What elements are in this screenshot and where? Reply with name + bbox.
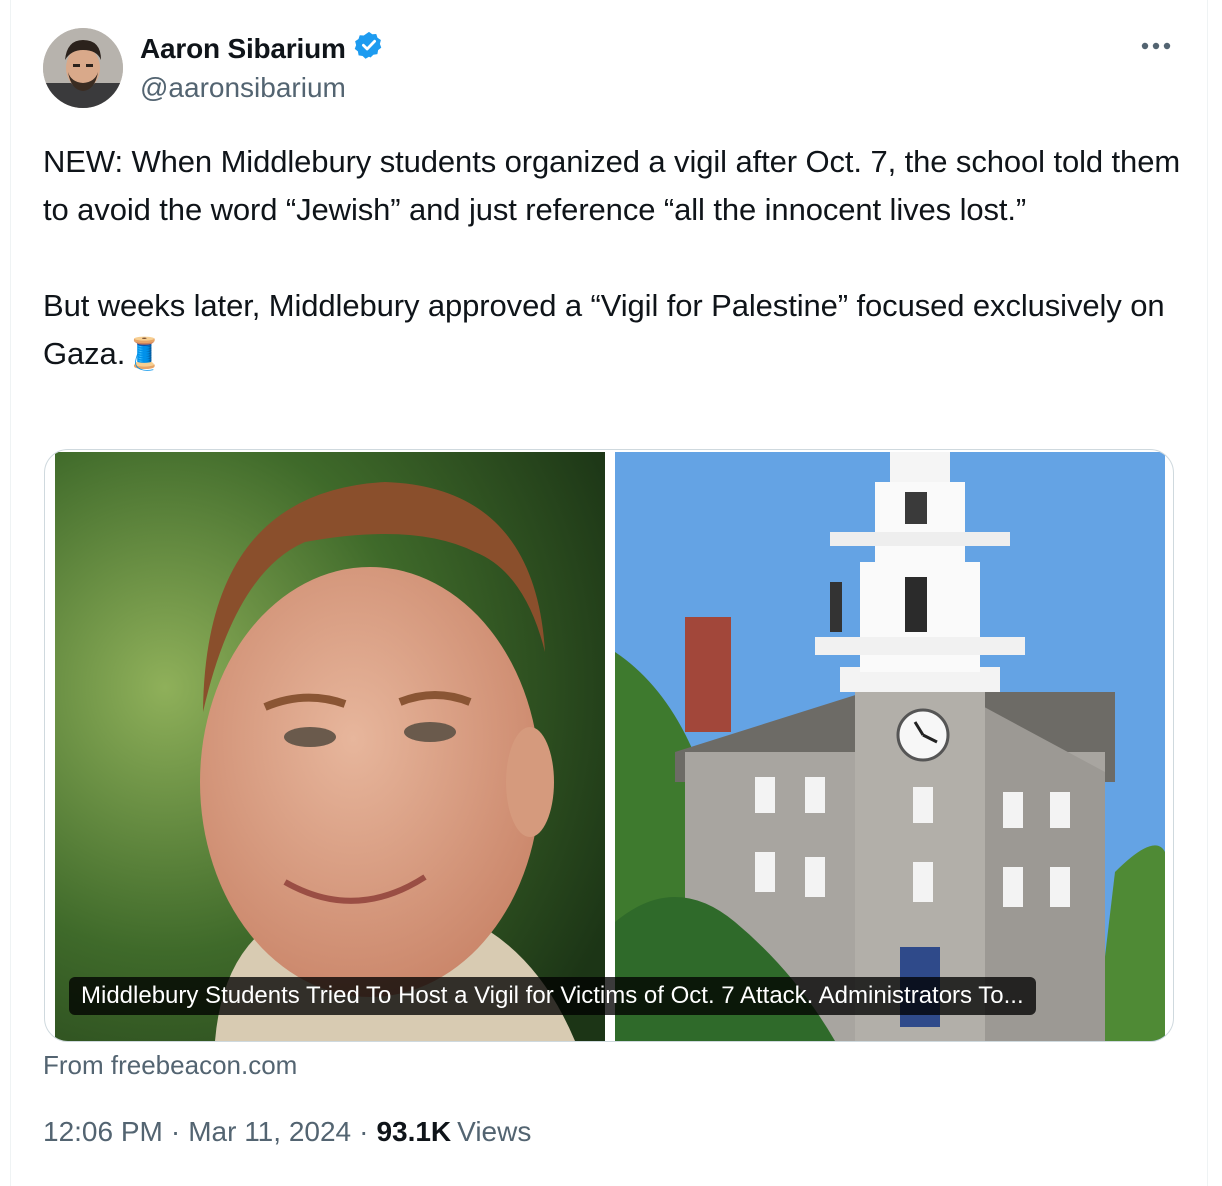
tweet-time[interactable]: 12:06 PM [43, 1116, 163, 1148]
avatar-image [43, 28, 123, 108]
author-name-row[interactable]: Aaron Sibarium [140, 30, 384, 67]
author-name[interactable]: Aaron Sibarium [140, 33, 346, 65]
thread-emoji: 🧵 [125, 336, 164, 371]
meta-separator: · [359, 1116, 369, 1147]
card-title[interactable]: Middlebury Students Tried To Host a Vigi… [69, 977, 1036, 1015]
meta-separator: · [170, 1116, 181, 1147]
link-preview-card[interactable]: Middlebury Students Tried To Host a Vigi… [44, 449, 1174, 1042]
tweet-body: NEW: When Middlebury students organized … [43, 144, 1181, 371]
tweet-text: NEW: When Middlebury students organized … [43, 138, 1183, 378]
verified-badge-icon [354, 30, 384, 67]
card-image-building [615, 452, 1165, 1041]
views-count: 93.1K [376, 1116, 452, 1147]
author-handle[interactable]: @aaronsibarium [140, 72, 346, 104]
card-source[interactable]: From freebeacon.com [43, 1050, 297, 1081]
card-image-portrait [55, 452, 605, 1041]
tweet-meta: 12:06 PM · Mar 11, 2024 · 93.1K Views [43, 1116, 531, 1148]
views-label: Views [457, 1116, 532, 1147]
more-dots-icon [1141, 42, 1171, 50]
tweet-date[interactable]: Mar 11, 2024 [188, 1116, 351, 1148]
more-options-button[interactable] [1138, 32, 1174, 60]
avatar[interactable] [43, 28, 123, 108]
